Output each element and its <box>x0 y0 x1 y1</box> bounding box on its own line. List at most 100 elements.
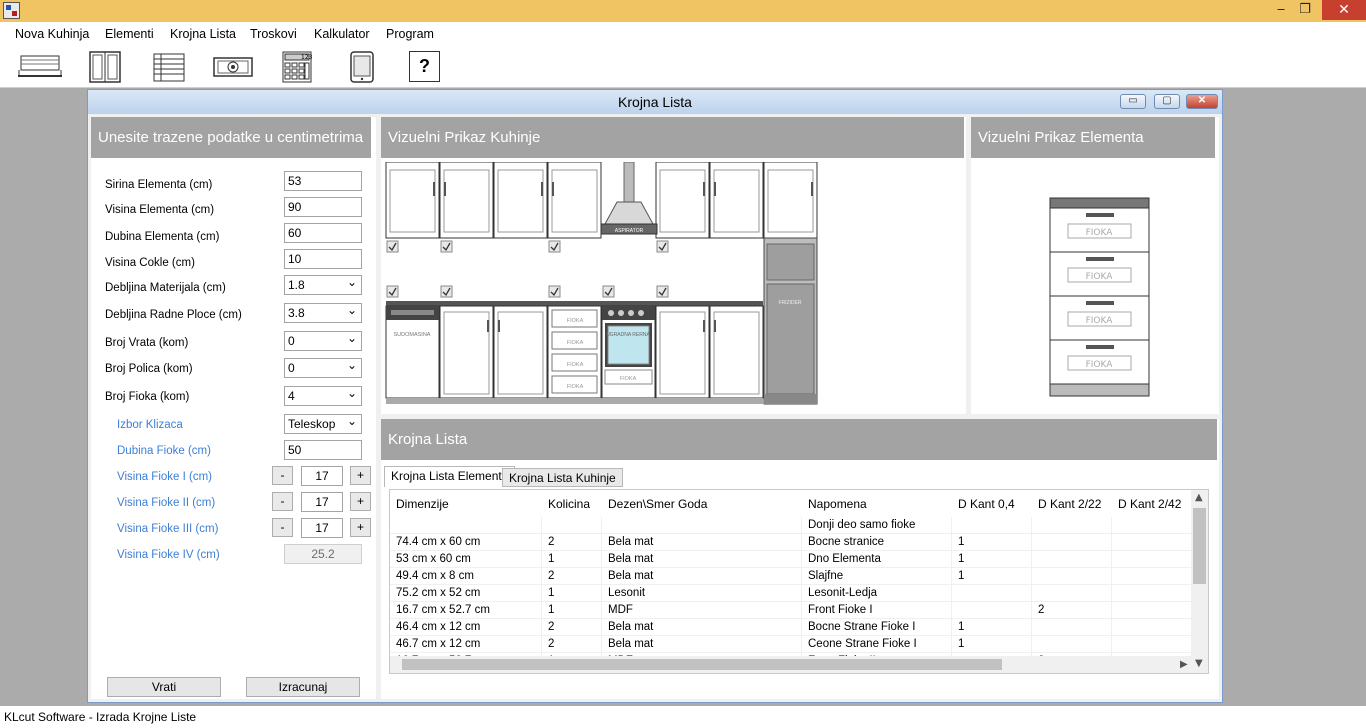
scroll-up-icon[interactable]: ▲ <box>1195 492 1203 503</box>
vertical-scroll-thumb[interactable] <box>1193 508 1206 584</box>
child-close-button[interactable]: ✕ <box>1186 94 1218 109</box>
table-cell[interactable]: Bela mat <box>602 534 802 551</box>
table-cell[interactable]: 46.7 cm x 12 cm <box>390 636 542 653</box>
minimize-button[interactable]: ‒ <box>1268 0 1294 20</box>
list-icon[interactable] <box>152 50 186 83</box>
table-cell[interactable]: 2 <box>542 534 602 551</box>
visina-fioke-3-plus-button[interactable]: + <box>350 518 371 537</box>
table-cell[interactable]: 1 <box>542 602 602 619</box>
child-minimize-button[interactable]: ▭ <box>1120 94 1146 109</box>
table-cell[interactable]: Dno Elementa <box>802 551 952 568</box>
debljina-materijala-select[interactable]: 1.8 <box>284 275 362 295</box>
table-cell[interactable] <box>1112 602 1192 619</box>
kitchen-counter-icon[interactable] <box>16 50 64 83</box>
table-cell[interactable] <box>602 517 802 534</box>
table-cell[interactable]: Bela mat <box>602 551 802 568</box>
table-cell[interactable] <box>952 517 1032 534</box>
table-cell[interactable] <box>1112 636 1192 653</box>
visina-fioke-3-input[interactable]: 17 <box>301 518 343 538</box>
table-cell[interactable]: 1 <box>952 619 1032 636</box>
column-header[interactable]: D Kant 0,4 <box>952 490 1032 516</box>
child-maximize-button[interactable]: ▢ <box>1154 94 1180 109</box>
visina-fioke-2-input[interactable]: 17 <box>301 492 343 512</box>
close-button[interactable]: ✕ <box>1322 0 1366 20</box>
table-cell[interactable] <box>1112 534 1192 551</box>
table-cell[interactable]: Front Fioke I <box>802 602 952 619</box>
table-cell[interactable] <box>1112 568 1192 585</box>
table-cell[interactable]: 1 <box>952 636 1032 653</box>
table-cell[interactable]: Bela mat <box>602 568 802 585</box>
table-cell[interactable]: MDF <box>602 602 802 619</box>
menu-krojna-lista[interactable]: Krojna Lista <box>170 27 236 41</box>
table-cell[interactable]: 1 <box>542 551 602 568</box>
izbor-klizaca-select[interactable]: Teleskop <box>284 414 362 434</box>
table-cell[interactable]: 53 cm x 60 cm <box>390 551 542 568</box>
izracunaj-button[interactable]: Izracunaj <box>246 677 360 697</box>
visina-fioke-2-minus-button[interactable]: - <box>272 492 293 511</box>
menu-nova-kuhinja[interactable]: Nova Kuhinja <box>15 27 89 41</box>
tab-krojna-lista-kuhinje[interactable]: Krojna Lista Kuhinje <box>502 468 623 487</box>
table-cell[interactable] <box>1032 636 1112 653</box>
visina-fioke-1-plus-button[interactable]: + <box>350 466 371 485</box>
table-cell[interactable]: Bocne stranice <box>802 534 952 551</box>
table-cell[interactable]: 49.4 cm x 8 cm <box>390 568 542 585</box>
table-cell[interactable]: Lesonit-Ledja <box>802 585 952 602</box>
table-cell[interactable] <box>390 517 542 534</box>
table-cell[interactable] <box>1032 534 1112 551</box>
column-header[interactable]: D Kant 2/22 <box>1032 490 1112 516</box>
visina-cokle-input[interactable]: 10 <box>284 249 362 269</box>
menu-elementi[interactable]: Elementi <box>105 27 154 41</box>
tablet-icon[interactable] <box>348 50 376 83</box>
broj-fioka-select[interactable]: 4 <box>284 386 362 406</box>
table-cell[interactable]: Slajfne <box>802 568 952 585</box>
horizontal-scrollbar[interactable]: ▶ <box>390 656 1192 673</box>
table-cell[interactable]: 1 <box>952 551 1032 568</box>
table-cell[interactable]: Bela mat <box>602 636 802 653</box>
table-cell[interactable]: 74.4 cm x 60 cm <box>390 534 542 551</box>
vrati-button[interactable]: Vrati <box>107 677 221 697</box>
calculator-icon[interactable]: 123 <box>281 50 313 83</box>
table-cell[interactable] <box>1032 551 1112 568</box>
column-header[interactable]: Kolicina <box>542 490 602 516</box>
visina-fioke-1-minus-button[interactable]: - <box>272 466 293 485</box>
table-cell[interactable] <box>952 602 1032 619</box>
table-cell[interactable] <box>952 585 1032 602</box>
table-cell[interactable]: 2 <box>542 636 602 653</box>
sirina-input[interactable]: 53 <box>284 171 362 191</box>
table-cell[interactable]: 16.7 cm x 52.7 cm <box>390 602 542 619</box>
table-cell[interactable]: 46.4 cm x 12 cm <box>390 619 542 636</box>
table-cell[interactable] <box>1032 585 1112 602</box>
vertical-scrollbar[interactable]: ▲ ▼ <box>1191 490 1208 673</box>
column-header[interactable]: Dimenzije <box>390 490 542 516</box>
visina-fioke-3-minus-button[interactable]: - <box>272 518 293 537</box>
table-cell[interactable] <box>1112 619 1192 636</box>
table-cell[interactable]: 2 <box>542 568 602 585</box>
column-header[interactable]: Dezen\Smer Goda <box>602 490 802 516</box>
menu-troskovi[interactable]: Troskovi <box>250 27 297 41</box>
broj-vrata-select[interactable]: 0 <box>284 331 362 351</box>
menu-program[interactable]: Program <box>386 27 434 41</box>
broj-polica-select[interactable]: 0 <box>284 358 362 378</box>
money-icon[interactable] <box>212 50 254 83</box>
debljina-ploce-select[interactable]: 3.8 <box>284 303 362 323</box>
table-cell[interactable]: Donji deo samo fioke <box>802 517 952 534</box>
dubina-fioke-input[interactable]: 50 <box>284 440 362 460</box>
scroll-down-icon[interactable]: ▼ <box>1195 658 1203 669</box>
cabinet-icon[interactable] <box>88 50 122 83</box>
table-cell[interactable] <box>1032 619 1112 636</box>
table-cell[interactable]: Bela mat <box>602 619 802 636</box>
table-cell[interactable]: 1 <box>952 534 1032 551</box>
help-button[interactable]: ? <box>409 51 440 82</box>
visina-fioke-1-input[interactable]: 17 <box>301 466 343 486</box>
horizontal-scroll-thumb[interactable] <box>402 659 1002 670</box>
table-cell[interactable] <box>1112 585 1192 602</box>
visina-input[interactable]: 90 <box>284 197 362 217</box>
column-header[interactable]: Napomena <box>802 490 952 516</box>
table-cell[interactable] <box>1032 517 1112 534</box>
table-cell[interactable] <box>542 517 602 534</box>
table-cell[interactable]: 2 <box>542 619 602 636</box>
table-cell[interactable] <box>1032 568 1112 585</box>
table-cell[interactable]: 1 <box>952 568 1032 585</box>
visina-fioke-2-plus-button[interactable]: + <box>350 492 371 511</box>
table-cell[interactable]: 2 <box>1032 602 1112 619</box>
